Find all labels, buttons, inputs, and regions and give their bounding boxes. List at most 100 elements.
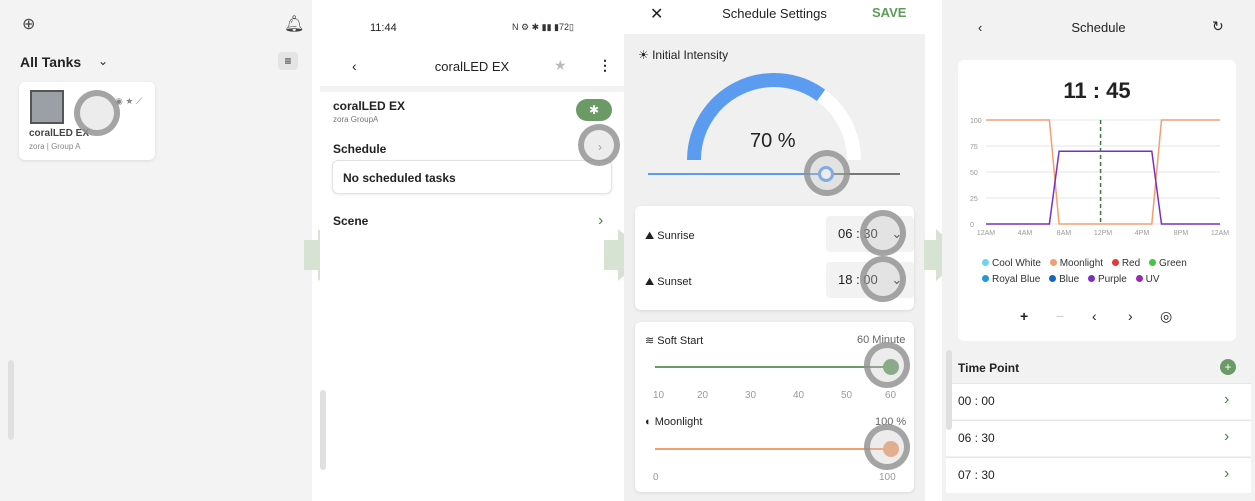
legend-item: Red	[1106, 258, 1140, 269]
remove-point-icon[interactable]: −	[1056, 308, 1064, 324]
legend-label: Green	[1158, 258, 1187, 269]
sunrise-label: ⛰ Sunrise	[645, 230, 695, 242]
sunset-label: ⛰ Sunset	[645, 276, 692, 288]
save-button[interactable]: SAVE	[872, 5, 906, 20]
star-icon[interactable]: ★	[554, 57, 567, 74]
chevron-right-icon: ›	[1224, 465, 1230, 482]
moonlight-text: Moonlight	[654, 416, 703, 428]
schedule-chart: 0 25 50 75 100 12AM 4AM 8AM 12PM 4PM 8PM 12AM	[970, 118, 1229, 237]
scroll-indicator	[320, 390, 326, 470]
chevron-right-icon: ›	[1224, 428, 1230, 445]
x-tick-label: 8AM	[1057, 230, 1072, 237]
y-tick-label: 25	[970, 196, 978, 203]
reset-icon[interactable]: ↻	[1212, 18, 1224, 35]
chevron-down-icon[interactable]: ⌄	[98, 54, 108, 68]
scene-label[interactable]: Scene	[333, 214, 368, 228]
status-time: 11:44	[370, 22, 397, 34]
add-circle-icon[interactable]: ⊕	[22, 14, 35, 34]
tank-card-sub: zora | Group A	[29, 142, 81, 151]
touch-indicator	[864, 424, 910, 470]
touch-indicator	[864, 342, 910, 388]
card-status-icons: ◉ ★ ⟋	[115, 96, 143, 106]
device-header-title: coralLED EX	[434, 59, 510, 74]
time-point-value: 06 : 30	[958, 431, 995, 445]
legend-label: Purple	[1097, 274, 1127, 285]
sunrise-text: Sunrise	[657, 230, 695, 242]
soft-start-track	[655, 366, 895, 368]
touch-indicator	[578, 124, 620, 166]
eye-icon[interactable]: ◎	[1160, 308, 1172, 325]
legend-item: Cool White	[976, 258, 1041, 269]
touch-indicator	[860, 256, 906, 302]
legend-item: Green	[1143, 258, 1187, 269]
chart-legend-row-2: Royal Blue Blue Purple UV	[976, 274, 1160, 285]
add-point-icon[interactable]: +	[1020, 308, 1028, 324]
schedule-label[interactable]: Schedule	[333, 142, 386, 156]
legend-label: Cool White	[992, 258, 1041, 269]
bell-icon[interactable]: 🔔︎	[284, 14, 304, 34]
tick: 30	[745, 390, 757, 401]
time-point-value: 00 : 00	[958, 394, 995, 408]
x-tick-label: 4AM	[1018, 230, 1033, 237]
legend-item: Royal Blue	[976, 274, 1040, 285]
tanks-title[interactable]: All Tanks	[20, 54, 81, 70]
chevron-right-icon[interactable]: ›	[598, 212, 603, 230]
x-tick-label: 12PM	[1094, 230, 1112, 237]
moonlight-label: ◐ Moonlight	[645, 416, 703, 428]
tick: 50	[841, 390, 853, 401]
touch-indicator	[74, 90, 120, 136]
y-tick-label: 100	[970, 118, 982, 125]
scroll-indicator	[8, 360, 14, 440]
current-time: 11 : 45	[1063, 78, 1131, 103]
tanks-screen: ⊕ 🔔︎ All Tanks ⌄ ≡ ◉ ★ ⟋ coralLED EX zor…	[0, 0, 312, 501]
tick: 100	[879, 472, 896, 483]
chevron-right-icon: ›	[1224, 391, 1230, 408]
legend-label: Moonlight	[1059, 258, 1104, 269]
tick: 0	[653, 472, 659, 483]
legend-label: Red	[1121, 258, 1141, 269]
tick: 10	[653, 390, 665, 401]
menu-icon[interactable]: ≡	[278, 52, 298, 70]
device-sub: zora GroupA	[333, 115, 379, 124]
legend-item: Blue	[1043, 274, 1079, 285]
time-point-row[interactable]: 00 : 00 ›	[946, 383, 1251, 419]
schedule-title: Schedule	[1071, 20, 1126, 35]
x-tick-label: 8PM	[1174, 230, 1189, 237]
legend-item: Moonlight	[1044, 258, 1103, 269]
x-tick-label: 12AM	[1211, 230, 1229, 237]
scroll-indicator	[946, 350, 952, 430]
divider	[320, 86, 624, 92]
flow-arrow-body	[304, 240, 318, 270]
x-tick-label: 12AM	[977, 230, 995, 237]
touch-indicator	[860, 210, 906, 256]
previous-icon[interactable]: ‹	[1092, 308, 1097, 324]
legend-label: Royal Blue	[992, 274, 1041, 285]
time-point-row[interactable]: 06 : 30 ›	[946, 420, 1251, 456]
no-tasks-card: No scheduled tasks	[332, 160, 612, 194]
flow-arrow-body	[604, 240, 618, 270]
tick: 20	[697, 390, 709, 401]
status-icons: N ⚙ ✱ ▮▮ ▮72▯	[512, 22, 574, 32]
schedule-settings-screen: ✕ Schedule Settings SAVE ☀ Initial Inten…	[624, 0, 925, 501]
touch-indicator	[804, 150, 850, 196]
next-icon[interactable]: ›	[1128, 308, 1133, 324]
legend-label: UV	[1145, 274, 1160, 285]
intensity-slider-fill	[648, 173, 826, 175]
device-thumbnail	[30, 90, 64, 124]
flow-arrow-body	[924, 240, 936, 270]
soft-start-text: Soft Start	[657, 335, 704, 347]
bluetooth-icon[interactable]: ✱	[576, 99, 612, 121]
more-vert-icon[interactable]: ⋮	[598, 57, 612, 74]
add-time-point-button[interactable]: +	[1220, 359, 1236, 375]
chart-legend-row-1: Cool White Moonlight Red Green	[976, 258, 1187, 269]
y-tick-label: 50	[970, 170, 978, 177]
device-name: coralLED EX	[333, 99, 406, 113]
series-line-purple	[986, 150, 1220, 225]
device-screen: 11:44 N ⚙ ✱ ▮▮ ▮72▯ ‹ coralLED EX ★ ⋮ co…	[320, 0, 624, 501]
legend-item: UV	[1130, 274, 1160, 285]
time-point-row[interactable]: 07 : 30 ›	[946, 457, 1251, 493]
soft-start-label: ≋ Soft Start	[645, 335, 704, 347]
y-tick-label: 75	[970, 144, 978, 151]
time-point-header: Time Point	[958, 361, 1020, 375]
intensity-value: 70 %	[750, 130, 796, 152]
